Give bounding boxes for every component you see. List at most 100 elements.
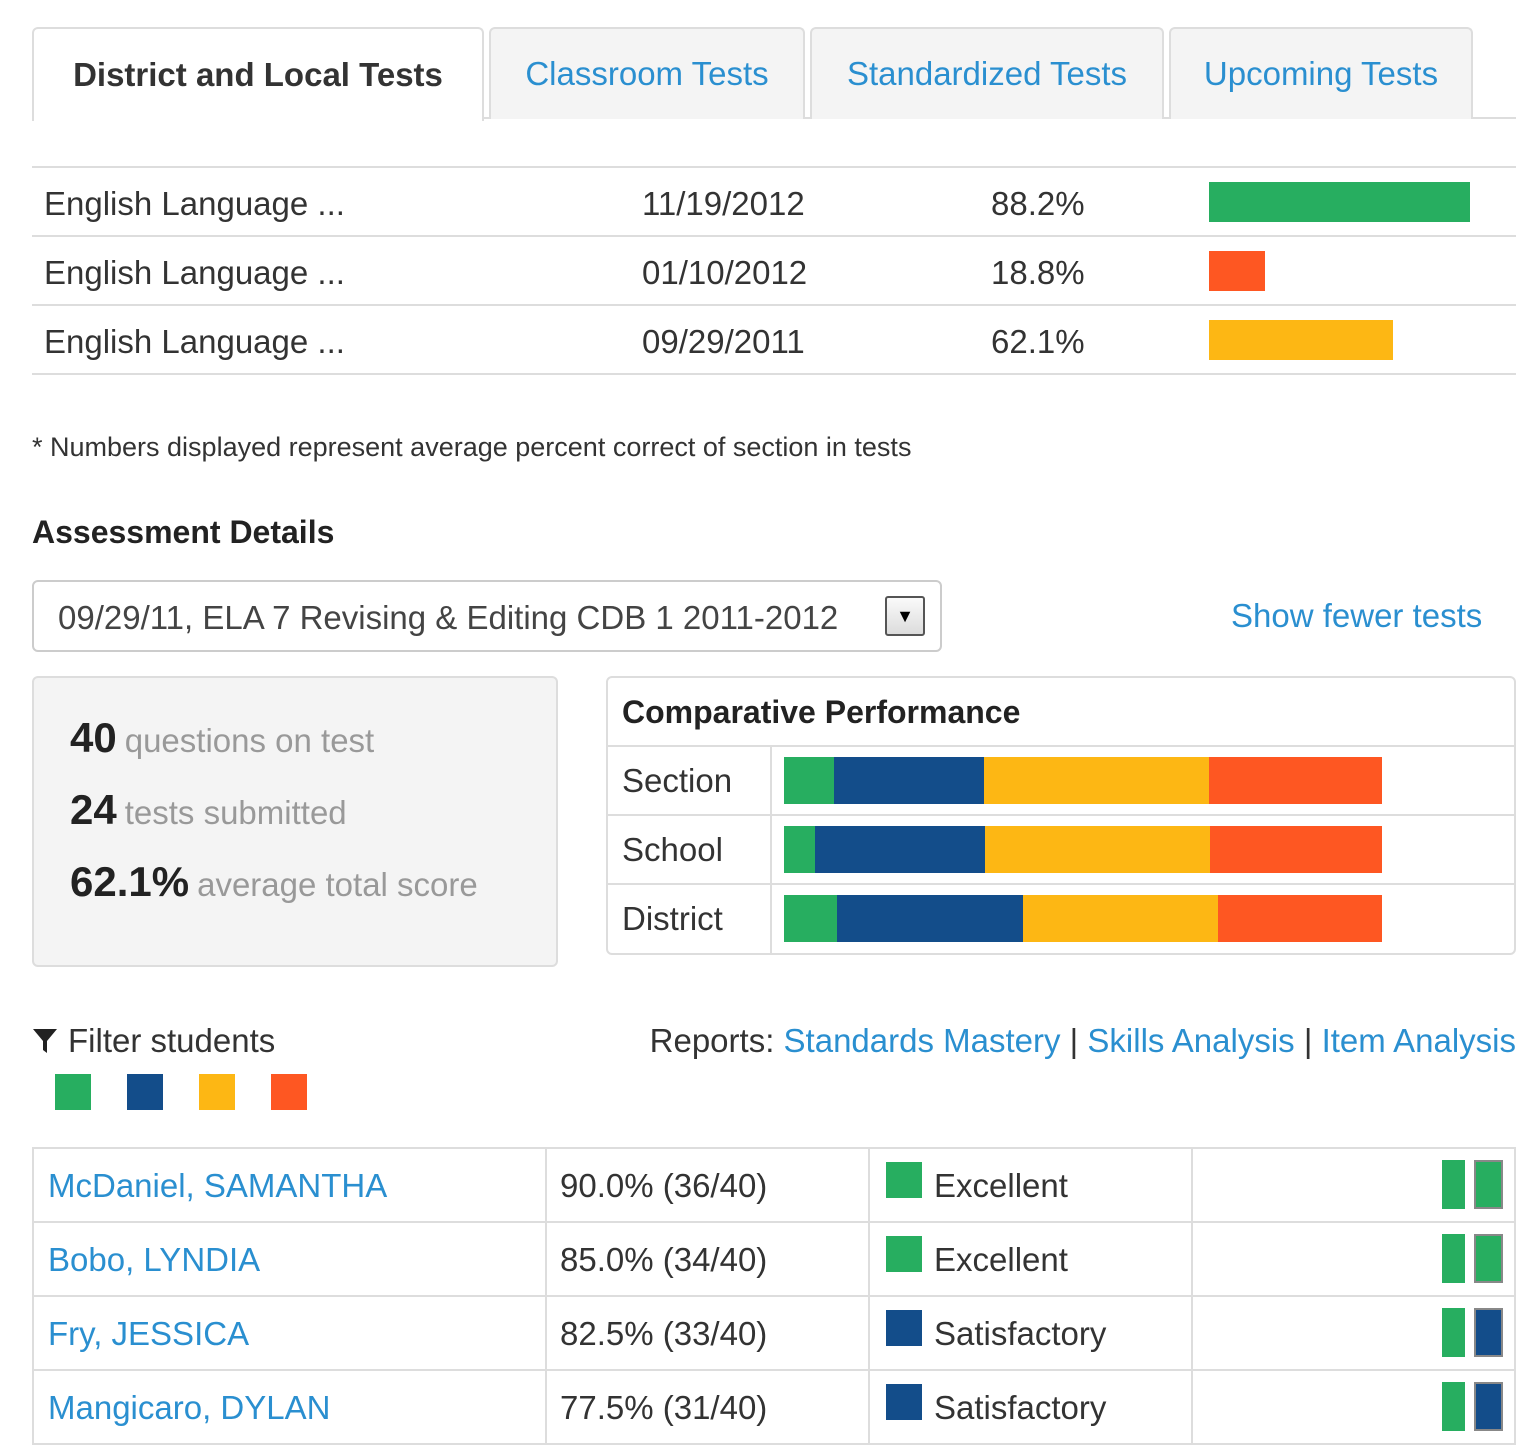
table-row: Bobo, LYNDIA 85.0% (34/40) Excellent xyxy=(34,1223,1514,1297)
student-level: Satisfactory xyxy=(934,1315,1107,1352)
stat-questions-value: 40 xyxy=(70,714,117,761)
filter-students-label: Filter students xyxy=(68,1022,276,1059)
student-name-link[interactable]: Mangicaro, DYLAN xyxy=(48,1389,330,1427)
comparative-row-section: Section xyxy=(608,745,1514,816)
mini-bar-previous xyxy=(1442,1382,1465,1431)
student-name-link[interactable]: McDaniel, SAMANTHA xyxy=(48,1167,387,1205)
test-percent: 18.8% xyxy=(991,254,1085,291)
dropdown-arrow-icon[interactable]: ▼ xyxy=(885,596,925,636)
poor-segment xyxy=(1218,895,1382,942)
test-type-tabs: District and Local Tests Classroom Tests… xyxy=(32,27,1516,121)
comparative-performance-title: Comparative Performance xyxy=(622,694,1021,730)
divider xyxy=(545,1371,547,1445)
test-percent: 88.2% xyxy=(991,185,1085,222)
satisfactory-segment xyxy=(837,895,1024,942)
level-swatch xyxy=(886,1236,922,1272)
assessment-select[interactable]: 09/29/11, ELA 7 Revising & Editing CDB 1… xyxy=(32,580,942,652)
tab-classroom-tests[interactable]: Classroom Tests xyxy=(489,27,805,119)
reports-links: Reports: Standards Mastery | Skills Anal… xyxy=(650,1022,1516,1060)
table-row: Mangicaro, DYLAN 77.5% (31/40) Satisfact… xyxy=(34,1371,1514,1445)
mini-bar-current xyxy=(1474,1308,1503,1357)
item-analysis-link[interactable]: Item Analysis xyxy=(1322,1022,1516,1059)
mini-bar-current xyxy=(1474,1382,1503,1431)
level-swatch xyxy=(886,1162,922,1198)
student-score: 85.0% (34/40) xyxy=(560,1241,768,1278)
fair-segment xyxy=(1023,895,1219,942)
performance-stacked-bar[interactable] xyxy=(784,895,1382,942)
assessment-select-value: 09/29/11, ELA 7 Revising & Editing CDB 1… xyxy=(58,599,839,636)
performance-stacked-bar[interactable] xyxy=(784,757,1382,804)
test-name: English Language ... xyxy=(44,254,345,291)
assessment-details-heading: Assessment Details xyxy=(32,514,335,550)
table-row: Fry, JESSICA 82.5% (33/40) Satisfactory xyxy=(34,1297,1514,1371)
comparative-row-district: District xyxy=(608,883,1514,954)
tab-district-local-tests[interactable]: District and Local Tests xyxy=(32,27,484,121)
test-score-bar xyxy=(1209,182,1471,222)
reports-label: Reports: xyxy=(649,1022,775,1059)
divider xyxy=(868,1149,870,1223)
filter-poor-swatch[interactable] xyxy=(271,1074,307,1110)
satisfactory-segment xyxy=(834,757,984,804)
tests-list: English Language ... 11/19/2012 88.2% En… xyxy=(32,166,1516,375)
stat-submitted-label: tests submitted xyxy=(124,794,347,831)
test-score-bar xyxy=(1209,251,1265,291)
performance-stacked-bar[interactable] xyxy=(784,826,1382,873)
filter-satisfactory-swatch[interactable] xyxy=(127,1074,163,1110)
mini-bar-previous xyxy=(1442,1308,1465,1357)
filter-students[interactable]: Filter students xyxy=(32,1022,275,1060)
student-level: Satisfactory xyxy=(934,1389,1107,1426)
divider xyxy=(1191,1149,1193,1223)
show-fewer-tests-link[interactable]: Show fewer tests xyxy=(1231,597,1482,635)
excellent-segment xyxy=(784,895,838,942)
divider xyxy=(545,1149,547,1223)
test-row[interactable]: English Language ... 11/19/2012 88.2% xyxy=(32,168,1516,237)
filter-icon xyxy=(33,1029,57,1053)
level-swatch xyxy=(886,1384,922,1420)
level-swatch xyxy=(886,1310,922,1346)
test-date: 09/29/2011 xyxy=(642,323,805,360)
test-row[interactable]: English Language ... 01/10/2012 18.8% xyxy=(32,237,1516,306)
test-row[interactable]: English Language ... 09/29/2011 62.1% xyxy=(32,306,1516,375)
comparative-performance-panel: Comparative Performance Section School D… xyxy=(606,676,1516,955)
divider xyxy=(545,1223,547,1297)
test-name: English Language ... xyxy=(44,323,345,360)
divider xyxy=(545,1297,547,1371)
comparative-row-label: District xyxy=(622,900,723,937)
excellent-segment xyxy=(784,757,835,804)
test-percent: 62.1% xyxy=(991,323,1085,360)
divider xyxy=(868,1371,870,1445)
poor-segment xyxy=(1208,757,1382,804)
filter-fair-swatch[interactable] xyxy=(199,1074,235,1110)
mini-bar-previous xyxy=(1442,1234,1465,1283)
comparative-row-school: School xyxy=(608,814,1514,885)
test-score-bar xyxy=(1209,320,1393,360)
divider xyxy=(770,747,772,816)
stat-average: 62.1% average total score xyxy=(70,858,478,906)
comparative-row-label: Section xyxy=(622,762,733,799)
fair-segment xyxy=(984,826,1210,873)
divider xyxy=(770,885,772,954)
divider xyxy=(1191,1297,1193,1371)
stat-submitted: 24 tests submitted xyxy=(70,786,347,834)
tab-upcoming-tests[interactable]: Upcoming Tests xyxy=(1169,27,1473,119)
excellent-segment xyxy=(784,826,816,873)
test-date: 11/19/2012 xyxy=(642,185,805,222)
stat-submitted-value: 24 xyxy=(70,786,117,833)
test-stats-panel: 40 questions on test 24 tests submitted 62… xyxy=(32,676,558,967)
divider xyxy=(868,1223,870,1297)
stat-average-label: average total score xyxy=(197,866,478,903)
standards-mastery-link[interactable]: Standards Mastery xyxy=(784,1022,1061,1059)
student-name-link[interactable]: Fry, JESSICA xyxy=(48,1315,249,1353)
filter-excellent-swatch[interactable] xyxy=(55,1074,91,1110)
students-table: McDaniel, SAMANTHA 90.0% (36/40) Excelle… xyxy=(32,1147,1516,1445)
divider xyxy=(1191,1371,1193,1445)
student-name-link[interactable]: Bobo, LYNDIA xyxy=(48,1241,260,1279)
stat-questions: 40 questions on test xyxy=(70,714,374,762)
comparative-row-label: School xyxy=(622,831,723,868)
student-level: Excellent xyxy=(934,1167,1068,1204)
skills-analysis-link[interactable]: Skills Analysis xyxy=(1087,1022,1294,1059)
tab-standardized-tests[interactable]: Standardized Tests xyxy=(810,27,1164,119)
student-level: Excellent xyxy=(934,1241,1068,1278)
mini-bar-previous xyxy=(1442,1160,1465,1209)
stat-average-value: 62.1% xyxy=(70,858,190,905)
